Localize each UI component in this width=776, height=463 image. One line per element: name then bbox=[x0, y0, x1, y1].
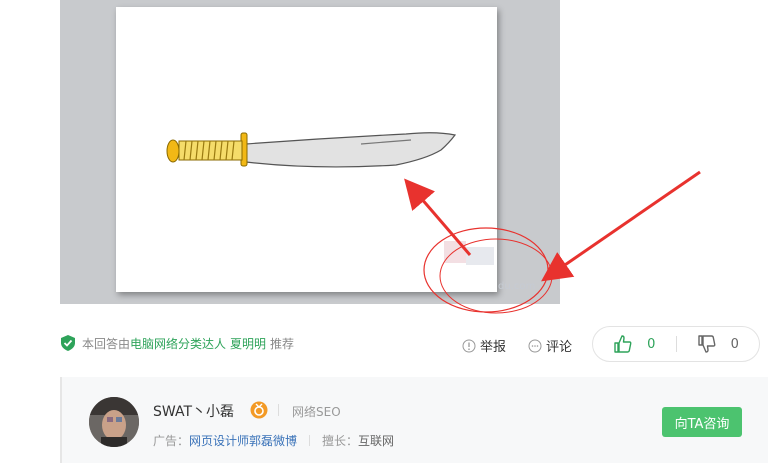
ad-prefix: 广告： bbox=[153, 434, 190, 448]
answer-attribution: 本回答由 电脑网络分类达人 夏明明 推荐 bbox=[60, 333, 294, 353]
upvote-count: 0 bbox=[647, 336, 656, 352]
avatar[interactable] bbox=[89, 397, 139, 447]
recommender-name-link[interactable]: 夏明明 bbox=[230, 335, 266, 352]
field-divider bbox=[278, 404, 279, 416]
consult-button[interactable]: 向TA咨询 bbox=[662, 407, 742, 437]
expert-card: SWAT丶小磊 网络SEO 广告： 网页设计师郭磊微博 擅长： 互联网 向TA咨… bbox=[60, 377, 768, 463]
attribution-suffix: 推荐 bbox=[270, 336, 295, 351]
report-label: 举报 bbox=[480, 340, 507, 355]
comment-label: 评论 bbox=[546, 340, 573, 355]
attribution-prefix: 本回答由 bbox=[82, 336, 131, 351]
svg-text:du.com: du.com bbox=[498, 281, 535, 292]
vote-box: 0 0 bbox=[592, 326, 760, 362]
shield-check-icon bbox=[61, 335, 75, 351]
category-expert-link[interactable]: 电脑网络分类达人 bbox=[130, 335, 226, 352]
ad-line: 广告： 网页设计师郭磊微博 擅长： 互联网 bbox=[153, 432, 394, 449]
comment-icon bbox=[528, 339, 542, 352]
report-button[interactable]: 举报 bbox=[462, 336, 506, 355]
specialty-value: 互联网 bbox=[358, 434, 395, 448]
downvote-button[interactable]: 0 bbox=[677, 334, 760, 354]
specialty-label: 擅长： bbox=[322, 434, 359, 448]
comment-button[interactable]: 评论 bbox=[528, 336, 572, 355]
thumbs-up-icon bbox=[614, 335, 632, 353]
downvote-count: 0 bbox=[730, 336, 739, 352]
expert-name[interactable]: SWAT丶小磊 bbox=[153, 401, 234, 421]
expert-field: 网络SEO bbox=[292, 405, 341, 419]
ad-divider bbox=[309, 435, 311, 446]
ad-link[interactable]: 网页设计师郭磊微博 bbox=[189, 432, 297, 449]
thumbs-down-icon bbox=[697, 335, 716, 353]
medal-icon bbox=[250, 401, 268, 419]
upvote-button[interactable]: 0 bbox=[593, 334, 676, 354]
report-icon bbox=[462, 339, 476, 352]
avatar-image bbox=[89, 397, 139, 447]
